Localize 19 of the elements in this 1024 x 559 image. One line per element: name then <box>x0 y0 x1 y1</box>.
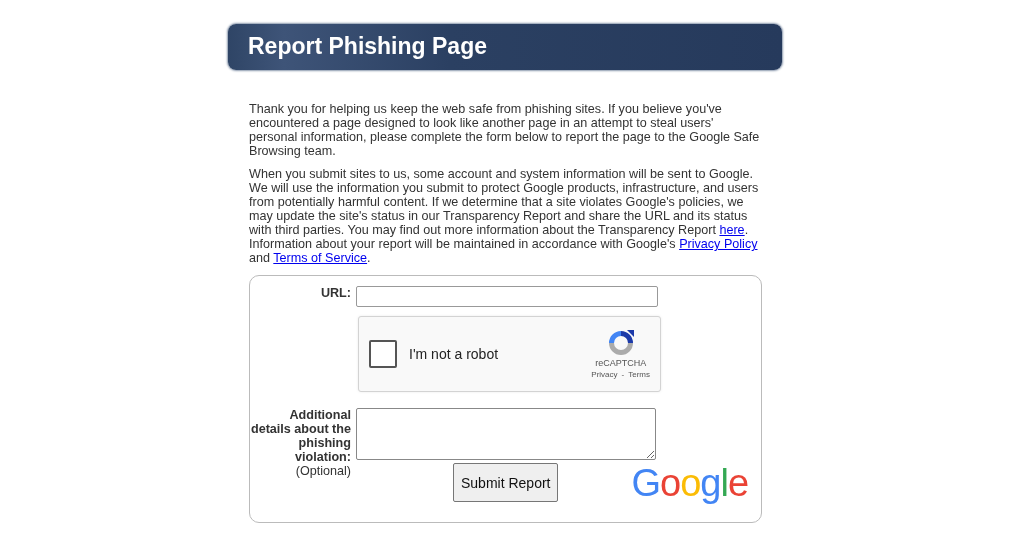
paragraph: When you submit sites to us, some account and system information will be sent to Google. We will use the information you submit to protect Google products, infrastructure, and users from potentially harmful content. If we determine that a site violates Google's policies, we may update the site's status in our Transparency Report and share the URL and its status with third parties. You may find out more information about the Transparency Report here. Information about your report will be maintained in accordance with Google's Privacy Policy and Terms of Service. <box>249 167 760 265</box>
separator: - <box>621 369 625 380</box>
text-link[interactable]: here <box>719 223 745 237</box>
optional-note: (Optional) <box>294 464 351 478</box>
details-label: Additional details about the phishing violation: <box>250 408 351 464</box>
terms-link[interactable]: Terms <box>628 369 650 380</box>
logo: Google <box>631 464 749 502</box>
captcha-checkbox[interactable] <box>369 340 397 368</box>
paragraph: Thank you for helping us keep the web safe from phishing sites. If you believe you've encountered a page designed to look like another page in an attempt to steal users' personal information, please complete the form below to report the page to the Google Safe Browsing team. <box>249 102 761 158</box>
details-field[interactable] <box>356 408 656 460</box>
privacy-link[interactable]: Privacy <box>591 369 618 380</box>
url-label: URL: <box>319 286 352 300</box>
text-link[interactable]: Privacy Policy <box>679 237 758 251</box>
recaptcha-brand: reCAPTCHA <box>595 358 647 369</box>
text-link[interactable]: Terms of Service <box>273 251 368 265</box>
page-title: Report Phishing Page <box>248 33 487 61</box>
url-field[interactable] <box>356 286 658 307</box>
submit-button[interactable]: Submit Report <box>453 463 559 502</box>
captcha-label: I'm not a robot <box>409 347 499 361</box>
